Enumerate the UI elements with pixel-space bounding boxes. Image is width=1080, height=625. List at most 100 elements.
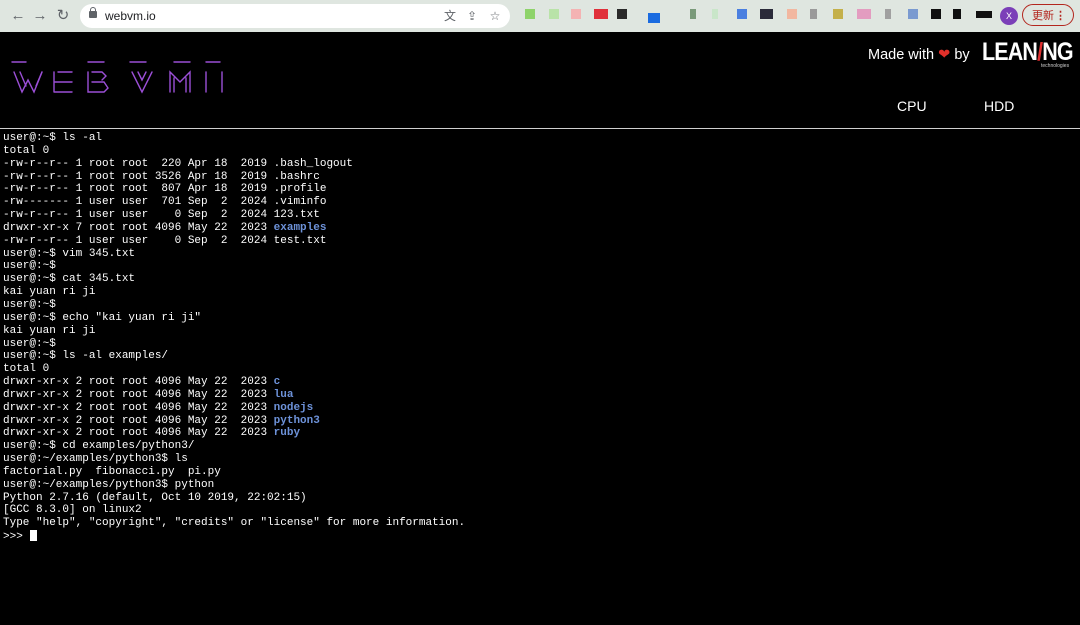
url-text[interactable]: webvm.io [105,9,156,23]
made-with-text: Made with ❤ by [868,47,970,63]
terminal-cursor [30,530,38,542]
site-header: Made with ❤ by LEAN/NG technologies CPU … [0,32,1080,129]
directory-name: examples [273,221,327,234]
share-icon[interactable]: ⇪ [464,8,480,24]
terminal-line: drwxr-xr-x 2 root root 4096 May 22 2023 … [3,415,465,428]
address-bar[interactable]: webvm.io 文 ⇪ ☆ [80,4,510,28]
terminal-line: user@:~$ ls -al [3,132,465,145]
terminal-text: drwxr-xr-x 2 root root 4096 May 22 2023 [3,401,274,414]
tab-hdd[interactable]: HDD [984,98,1014,114]
terminal-line: user@:~$ cd examples/python3/ [3,440,465,453]
tab-cpu[interactable]: CPU [897,98,927,114]
extension-icon[interactable] [885,9,891,19]
extension-icon[interactable] [549,9,559,19]
brand-part2: NG [1042,38,1073,66]
extension-icon[interactable] [760,9,773,19]
terminal-line: user@:~$ vim 345.txt [3,248,465,261]
terminal-line: -rw-r--r-- 1 root root 220 Apr 18 2019 .… [3,158,465,171]
profile-avatar[interactable]: X [1000,7,1018,25]
terminal-text: user@:~$ echo "kai yuan ri ji" [3,311,202,324]
directory-name: lua [273,388,294,401]
directory-name: ruby [273,427,301,440]
terminal-line: Type "help", "copyright", "credits" or "… [3,517,465,530]
terminal-line: total 0 [3,145,465,158]
update-label: 更新 [1032,10,1054,22]
terminal-text: user@:~$ vim 345.txt [3,247,136,260]
back-icon[interactable]: ← [8,6,28,26]
terminal-line: kai yuan ri ji [3,325,465,338]
made-with-label: Made with [868,47,935,63]
terminal-line: [GCC 8.3.0] on linux2 [3,504,465,517]
extension-icon[interactable] [737,9,747,19]
terminal-line: drwxr-xr-x 2 root root 4096 May 22 2023 … [3,427,465,440]
terminal-line: drwxr-xr-x 2 root root 4096 May 22 2023 … [3,376,465,389]
terminal-line: >>> [3,530,465,543]
extension-icon[interactable] [525,9,535,19]
directory-name: python3 [273,414,320,427]
terminal-line: kai yuan ri ji [3,286,465,299]
terminal-text: drwxr-xr-x 7 root root 4096 May 22 2023 [3,221,274,234]
terminal-text: drwxr-xr-x 2 root root 4096 May 22 2023 [3,376,274,389]
terminal-text: user@:~$ ls -al [3,132,103,144]
extension-icon[interactable] [594,9,608,19]
bookmark-star-icon[interactable]: ☆ [487,8,503,24]
translate-icon[interactable]: 文 [442,8,458,24]
extension-icon[interactable] [571,9,581,19]
extension-icon[interactable] [857,9,871,19]
extension-icon[interactable] [953,9,961,19]
extension-icon[interactable] [976,11,992,18]
extension-icon[interactable] [648,13,660,23]
terminal-line: user@:~$ [3,299,465,312]
terminal-line: user@:~$ cat 345.txt [3,273,465,286]
extension-icon[interactable] [908,9,918,19]
terminal-line: user@:~$ echo "kai yuan ri ji" [3,312,465,325]
terminal-text: -rw-r--r-- 1 user user 0 Sep 2 2024 123.… [3,209,320,222]
terminal-text: total 0 [3,144,50,157]
lock-icon[interactable] [89,7,97,18]
directory-name: c [273,376,281,389]
terminal-text: -rw------- 1 user user 701 Sep 2 2024 .v… [3,196,327,209]
terminal-text: user@:~$ [3,337,56,350]
terminal-line: -rw-r--r-- 1 root root 3526 Apr 18 2019 … [3,171,465,184]
terminal-line: total 0 [3,363,465,376]
terminal-line: user@:~/examples/python3$ ls [3,453,465,466]
extension-icon[interactable] [690,9,696,19]
terminal-text: [GCC 8.3.0] on linux2 [3,504,142,517]
webvm-logo-icon [11,61,223,94]
browser-toolbar: ← → ↻ webvm.io 文 ⇪ ☆ X 更新 ⋮ [0,0,1080,32]
terminal-text: user@:~$ cat 345.txt [3,273,136,286]
terminal-line: drwxr-xr-x 7 root root 4096 May 22 2023 … [3,222,465,235]
terminal-text: -rw-r--r-- 1 user user 0 Sep 2 2024 test… [3,234,327,247]
terminal-text: -rw-r--r-- 1 root root 220 Apr 18 2019 .… [3,157,353,170]
terminal-text: total 0 [3,363,50,376]
terminal-text: -rw-r--r-- 1 root root 3526 Apr 18 2019 … [3,170,320,183]
extension-icon[interactable] [712,9,718,19]
extension-icon[interactable] [810,9,817,19]
extension-icon[interactable] [617,9,627,19]
forward-icon[interactable]: → [30,6,50,26]
terminal-text: kai yuan ri ji [3,324,96,337]
reload-icon[interactable]: ↻ [53,6,73,26]
terminal-line: -rw-r--r-- 1 user user 0 Sep 2 2024 test… [3,235,465,248]
directory-name: nodejs [273,401,314,414]
terminal-text: user@:~$ ls -al examples/ [3,350,169,363]
terminal-line: Python 2.7.16 (default, Oct 10 2019, 22:… [3,492,465,505]
terminal-text: -rw-r--r-- 1 root root 807 Apr 18 2019 .… [3,183,327,196]
terminal-text: Python 2.7.16 (default, Oct 10 2019, 22:… [3,491,307,504]
terminal-text: drwxr-xr-x 2 root root 4096 May 22 2023 [3,427,274,440]
extension-icon[interactable] [931,9,941,19]
update-button[interactable]: 更新 ⋮ [1022,4,1074,26]
terminal-output[interactable]: user@:~$ ls -al total 0 -rw-r--r-- 1 root … [3,132,465,543]
more-icon: ⋮ [1055,10,1066,22]
brand-part1: LEAN [982,38,1038,66]
terminal-text: kai yuan ri ji [3,286,96,299]
extension-icon[interactable] [833,9,843,19]
terminal-line: -rw-r--r-- 1 user user 0 Sep 2 2024 123.… [3,209,465,222]
terminal-text: drwxr-xr-x 2 root root 4096 May 22 2023 [3,388,274,401]
terminal-line: drwxr-xr-x 2 root root 4096 May 22 2023 … [3,402,465,415]
terminal-text: user@:~$ cd examples/python3/ [3,440,195,453]
heart-icon: ❤ [938,47,951,63]
terminal-line: user@:~$ [3,338,465,351]
extension-icon[interactable] [787,9,797,19]
terminal-text: factorial.py fibonacci.py pi.py [3,465,221,478]
